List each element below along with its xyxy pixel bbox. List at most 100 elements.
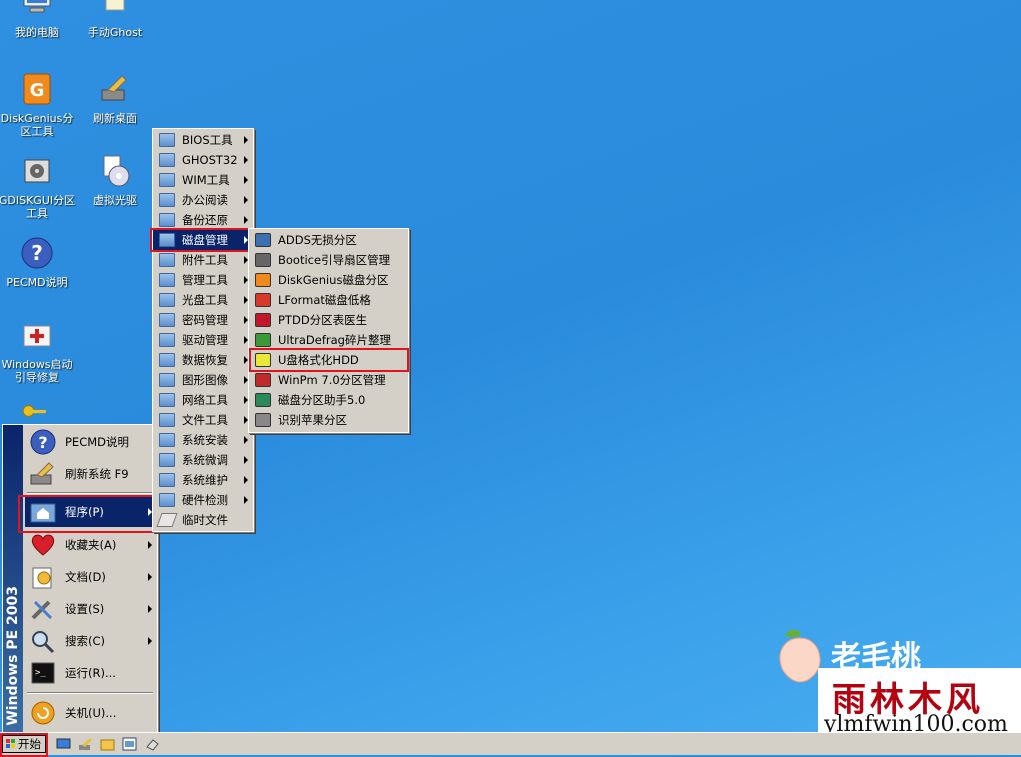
- folder-icon: [159, 153, 175, 167]
- search-icon: [32, 631, 55, 654]
- disk-item-label: 磁盘分区助手5.0: [278, 393, 366, 407]
- programs-item-label: 办公阅读: [182, 193, 228, 207]
- programs-item[interactable]: 磁盘管理: [153, 230, 253, 250]
- programs-item[interactable]: WIM工具: [153, 170, 253, 190]
- submenu-arrow-icon: [244, 196, 248, 204]
- programs-item[interactable]: 硬件检测: [153, 490, 253, 510]
- virtual-drive-icon: [103, 155, 130, 187]
- disk-item[interactable]: 磁盘分区助手5.0: [249, 390, 408, 410]
- programs-item-label: GHOST32: [182, 153, 238, 167]
- folder-icon: [159, 453, 175, 467]
- disk-item[interactable]: 识别苹果分区: [249, 410, 408, 430]
- programs-item[interactable]: 系统维护: [153, 470, 253, 490]
- adds-icon: [255, 233, 271, 247]
- programs-item[interactable]: 系统微调: [153, 450, 253, 470]
- desktop-icon-virtual-drive[interactable]: 虚拟光驱: [76, 154, 154, 207]
- start-item-settings[interactable]: 设置(S): [25, 594, 155, 624]
- start-item-run[interactable]: >_ 运行(R)...: [25, 658, 155, 688]
- programs-item[interactable]: 数据恢复: [153, 350, 253, 370]
- programs-item[interactable]: 光盘工具: [153, 290, 253, 310]
- desktop-icon-diskgenius[interactable]: G DiskGenius分区工具: [0, 72, 76, 138]
- start-item-refresh[interactable]: 刷新系统 F9: [25, 459, 155, 489]
- folder-icon: [159, 373, 175, 387]
- programs-item[interactable]: 图形图像: [153, 370, 253, 390]
- start-item-shutdown[interactable]: 关机(U)...: [25, 698, 155, 728]
- folder-icon: [159, 493, 175, 507]
- diskgenius-icon: G: [23, 73, 51, 105]
- programs-item-label: 驱动管理: [182, 333, 228, 347]
- submenu-arrow-icon: [244, 456, 248, 464]
- start-menu-banner: Windows PE 2003: [3, 425, 23, 732]
- start-button[interactable]: 开始: [2, 735, 46, 753]
- run-icon: >_: [31, 662, 55, 684]
- computer-icon: [23, 0, 51, 13]
- disk-item[interactable]: DiskGenius磁盘分区: [249, 270, 408, 290]
- explorer-icon[interactable]: [122, 737, 137, 751]
- disk-item-label: LFormat磁盘低格: [278, 293, 371, 307]
- desktop-icon-refresh[interactable]: 刷新桌面: [76, 72, 154, 125]
- folder-icon: [159, 413, 175, 427]
- programs-item[interactable]: 网络工具: [153, 390, 253, 410]
- programs-item[interactable]: 系统安装: [153, 430, 253, 450]
- desktop-icon-gdisk[interactable]: GDISKGUI分区工具: [0, 154, 76, 220]
- broom-icon: [30, 462, 54, 485]
- submenu-arrow-icon: [244, 496, 248, 504]
- desktop-icon-boot-repair[interactable]: Windows启动引导修复: [0, 318, 76, 384]
- partition-assistant-icon: [255, 393, 271, 407]
- start-item-documents[interactable]: 文档(D): [25, 562, 155, 592]
- svg-text:G: G: [30, 80, 45, 101]
- winpm-icon: [255, 373, 271, 387]
- programs-item[interactable]: 临时文件: [153, 510, 253, 530]
- disk-item[interactable]: ADDS无损分区: [249, 230, 408, 250]
- disk-item-label: ADDS无损分区: [278, 233, 357, 247]
- programs-item-label: 数据恢复: [182, 353, 228, 367]
- start-item-pecmd-help[interactable]: ? PECMD说明: [25, 427, 155, 457]
- disk-item[interactable]: LFormat磁盘低格: [249, 290, 408, 310]
- start-item-search[interactable]: 搜索(C): [25, 626, 155, 656]
- disk-item[interactable]: PTDD分区表医生: [249, 310, 408, 330]
- submenu-arrow-icon: [148, 541, 152, 549]
- programs-item[interactable]: 密码管理: [153, 310, 253, 330]
- submenu-arrow-icon: [244, 176, 248, 184]
- svg-text:>_: >_: [35, 668, 46, 678]
- programs-item[interactable]: 文件工具: [153, 410, 253, 430]
- first-aid-icon: [23, 325, 51, 347]
- programs-item[interactable]: 备份还原: [153, 210, 253, 230]
- programs-item[interactable]: 驱动管理: [153, 330, 253, 350]
- desktop-icon-pecmd-help[interactable]: ? PECMD说明: [0, 236, 76, 289]
- programs-item-label: 管理工具: [182, 273, 228, 287]
- windows-logo-icon: [6, 739, 15, 748]
- gdisk-icon: [24, 159, 50, 183]
- desktop-icon-ghost[interactable]: 手动Ghost: [76, 0, 154, 39]
- svg-text:?: ?: [31, 241, 43, 265]
- folder-icon: [159, 353, 175, 367]
- broom-icon[interactable]: [78, 737, 93, 751]
- programs-item[interactable]: 管理工具: [153, 270, 253, 290]
- submenu-arrow-icon: [244, 436, 248, 444]
- usb-format-icon: [255, 353, 271, 367]
- svg-text:?: ?: [38, 433, 47, 452]
- disk-item[interactable]: UltraDefrag碎片整理: [249, 330, 408, 350]
- programs-item[interactable]: GHOST32: [153, 150, 253, 170]
- programs-item-label: 网络工具: [182, 393, 228, 407]
- folder-icon: [159, 313, 175, 327]
- desktop-icon[interactable]: [56, 737, 71, 751]
- programs-item-label: 文件工具: [182, 413, 228, 427]
- folder-icon[interactable]: [100, 737, 115, 751]
- start-menu-separator: [27, 492, 153, 494]
- programs-submenu: BIOS工具 GHOST32 WIM工具办公阅读备份还原 磁盘管理 附件工具管理工具光盘…: [152, 128, 254, 532]
- start-item-favorites[interactable]: 收藏夹(A): [25, 530, 155, 560]
- programs-item[interactable]: 附件工具: [153, 250, 253, 270]
- disk-item-label: PTDD分区表医生: [278, 313, 368, 327]
- programs-item[interactable]: 办公阅读: [153, 190, 253, 210]
- disk-item[interactable]: U盘格式化HDD: [249, 350, 408, 370]
- disk-item-label: 识别苹果分区: [278, 413, 347, 427]
- start-item-programs[interactable]: 程序(P): [25, 497, 155, 527]
- file-icon: [156, 513, 178, 527]
- disk-item[interactable]: Bootice引导扇区管理: [249, 250, 408, 270]
- eraser-icon[interactable]: [145, 737, 160, 751]
- disk-item[interactable]: WinPm 7.0分区管理: [249, 370, 408, 390]
- programs-item[interactable]: BIOS工具: [153, 130, 253, 150]
- desktop-icon-my-computer[interactable]: 我的电脑: [0, 0, 76, 39]
- disk-item-label: WinPm 7.0分区管理: [278, 373, 386, 387]
